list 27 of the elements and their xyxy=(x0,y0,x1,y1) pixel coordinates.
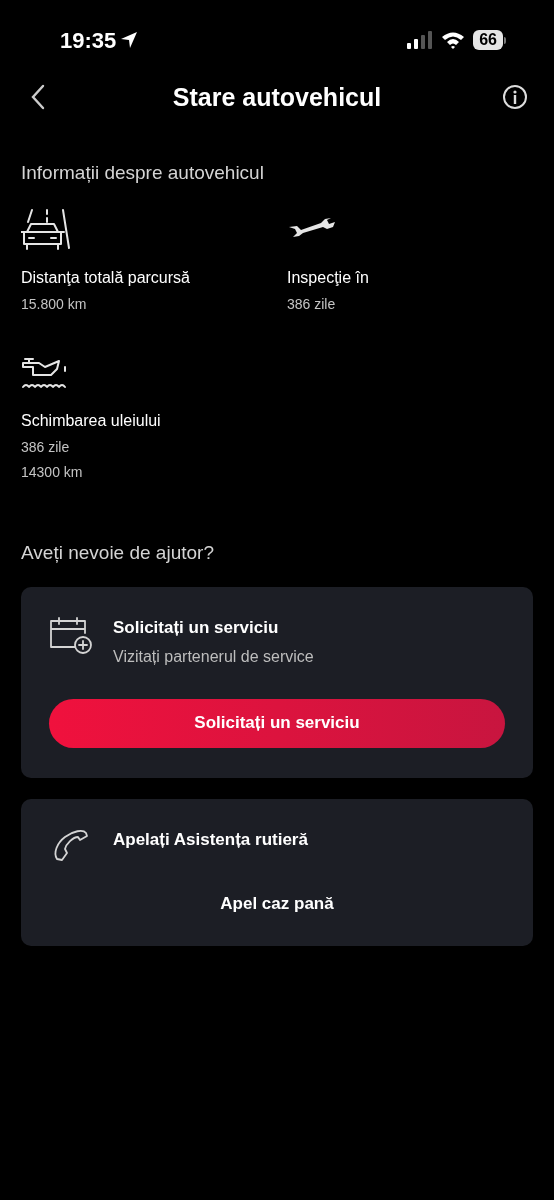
metric-value: 386 zile xyxy=(21,437,71,457)
metric-value: 14300 km xyxy=(21,462,84,482)
signal-icon xyxy=(407,31,434,49)
metric-label: Inspecţie în xyxy=(287,267,370,288)
card-title: Solicitați un serviciu xyxy=(113,617,280,639)
back-button[interactable] xyxy=(30,84,46,110)
metric-value: 386 zile xyxy=(287,294,337,314)
back-chevron-icon xyxy=(30,84,46,110)
phone-icon xyxy=(53,828,89,863)
section-heading: Informații despre autovehicul xyxy=(21,161,265,185)
section-heading: Aveți nevoie de ajutor? xyxy=(21,540,215,565)
wifi-icon xyxy=(441,31,466,49)
metric-label: Schimbarea uleiului xyxy=(21,410,162,431)
metric-label: Distanţa totală parcursă xyxy=(21,267,191,288)
request-service-button[interactable]: Solicitați un serviciu xyxy=(49,698,505,748)
battery-indicator: 66 xyxy=(473,30,503,50)
location-arrow-icon xyxy=(120,31,139,49)
calendar-add-icon xyxy=(49,617,93,655)
card-subtitle: Vizitați partenerul de service xyxy=(113,646,314,667)
info-icon xyxy=(512,90,518,104)
status-time: 19:35 xyxy=(60,26,117,55)
info-button[interactable] xyxy=(503,85,527,109)
call-breakdown-link[interactable]: Apel caz pană xyxy=(220,890,334,916)
car-on-road-icon xyxy=(21,207,71,252)
metric-value: 15.800 km xyxy=(21,294,88,314)
card-title: Apelați Asistența rutieră xyxy=(113,828,308,851)
page-title: Stare autovehicul xyxy=(172,82,382,114)
